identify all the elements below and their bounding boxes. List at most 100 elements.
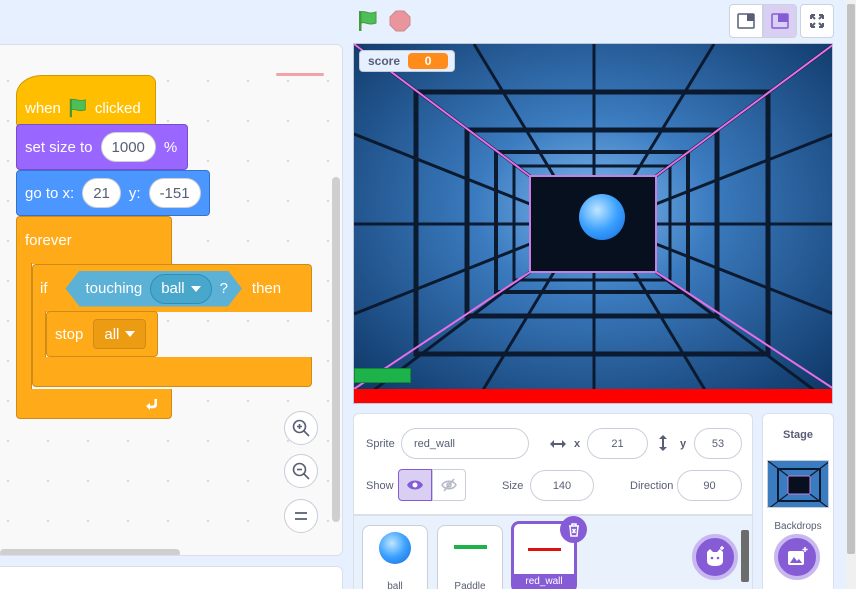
stop-option-value: all bbox=[104, 325, 120, 343]
y-label: y: bbox=[128, 184, 141, 202]
sprite-name: ball bbox=[387, 581, 403, 589]
sprite-name-input[interactable]: red_wall bbox=[401, 428, 529, 459]
go-to-xy-block[interactable]: go to x: 21 y: -151 bbox=[16, 170, 210, 216]
trash-icon bbox=[568, 522, 579, 537]
normal-stage-button[interactable] bbox=[763, 4, 797, 38]
delete-sprite-button[interactable] bbox=[560, 516, 587, 543]
direction-input[interactable]: 90 bbox=[677, 470, 742, 501]
red-wall-sprite[interactable] bbox=[354, 389, 832, 403]
zoom-in-button[interactable] bbox=[284, 411, 318, 445]
y-label: y bbox=[680, 438, 687, 450]
y-input[interactable]: -151 bbox=[148, 178, 201, 208]
horizontal-scrollbar[interactable] bbox=[0, 549, 180, 555]
stop-label: stop bbox=[55, 325, 84, 343]
sprite-tile-ball[interactable]: ball bbox=[362, 525, 428, 589]
add-backdrop-button[interactable] bbox=[774, 534, 820, 580]
page-scrollbar-thumb[interactable] bbox=[847, 4, 855, 554]
if-label: if bbox=[40, 280, 48, 297]
eye-icon bbox=[407, 480, 423, 490]
y-arrows-icon bbox=[659, 435, 667, 451]
image-add-icon bbox=[788, 547, 808, 565]
touching-block[interactable]: touching ball ? bbox=[66, 271, 242, 307]
forever-bottom[interactable] bbox=[16, 389, 172, 419]
stop-option-dropdown[interactable]: all bbox=[93, 319, 147, 349]
show-label: Show bbox=[366, 480, 394, 492]
if-bottom[interactable] bbox=[32, 357, 312, 387]
vertical-scrollbar[interactable] bbox=[332, 177, 340, 522]
sprite-name: Paddle bbox=[454, 581, 486, 589]
sprite-list: ball Paddle red_wall bbox=[353, 515, 753, 589]
zoom-reset-button[interactable] bbox=[284, 499, 318, 533]
when-flag-clicked-block[interactable]: when clicked bbox=[16, 75, 156, 127]
forever-label: forever bbox=[25, 232, 72, 249]
y-input[interactable]: 53 bbox=[694, 428, 742, 459]
show-hidden-button[interactable] bbox=[432, 469, 466, 501]
loop-arrow-icon bbox=[146, 398, 157, 410]
stop-button[interactable] bbox=[389, 10, 411, 32]
size-input[interactable]: 140 bbox=[530, 470, 594, 501]
x-label: x bbox=[574, 438, 581, 450]
backdrops-label: Backdrops bbox=[774, 521, 822, 532]
go-to-label: go to x: bbox=[25, 184, 75, 202]
page-scrollbar[interactable] bbox=[846, 0, 856, 589]
add-sprite-button[interactable] bbox=[692, 534, 738, 580]
eye-off-icon bbox=[441, 478, 457, 492]
zoom-in-icon bbox=[292, 419, 310, 437]
small-stage-button[interactable] bbox=[729, 4, 763, 38]
monitor-label: score bbox=[368, 54, 401, 68]
fullscreen-button[interactable] bbox=[800, 4, 834, 38]
touching-target-dropdown[interactable]: ball bbox=[150, 274, 211, 304]
sprite-tile-paddle[interactable]: Paddle bbox=[437, 525, 503, 589]
stage[interactable]: score 0 bbox=[353, 43, 833, 404]
code-area-lower-panel bbox=[0, 566, 343, 589]
stage-target-panel[interactable]: Stage Backdrops bbox=[762, 413, 834, 589]
green-flag-icon bbox=[359, 11, 377, 31]
score-monitor[interactable]: score 0 bbox=[359, 50, 456, 72]
direction-label: Direction bbox=[630, 480, 674, 492]
monitor-value: 0 bbox=[408, 53, 449, 69]
equals-icon bbox=[295, 512, 307, 520]
x-arrows-icon bbox=[550, 440, 566, 448]
set-size-label: set size to bbox=[25, 138, 93, 156]
green-flag-button[interactable] bbox=[356, 9, 380, 33]
stage-thumbnail bbox=[767, 460, 829, 508]
size-label: Size bbox=[502, 480, 524, 492]
cat-add-icon bbox=[707, 546, 724, 566]
paddle-thumbnail bbox=[454, 545, 487, 549]
sprite-name: red_wall bbox=[514, 574, 574, 589]
x-input[interactable]: 21 bbox=[82, 178, 121, 208]
stop-block[interactable]: stop all bbox=[46, 311, 158, 357]
small-stage-icon bbox=[737, 13, 755, 29]
stop-icon bbox=[389, 10, 411, 32]
then-label: then bbox=[251, 280, 282, 297]
question-label: ? bbox=[219, 280, 228, 297]
zoom-out-button[interactable] bbox=[284, 454, 318, 488]
decorative-line bbox=[276, 73, 324, 76]
sprite-info-panel: Sprite red_wall x 21 y 53 Show Size 140 … bbox=[353, 413, 753, 515]
ball-thumbnail bbox=[379, 532, 411, 564]
paddle-sprite[interactable] bbox=[354, 368, 411, 383]
stage-title: Stage bbox=[783, 429, 813, 441]
ball-sprite[interactable] bbox=[579, 194, 625, 240]
red-wall-thumbnail bbox=[528, 548, 561, 551]
sprite-list-scrollbar[interactable] bbox=[741, 530, 749, 582]
chevron-down-icon bbox=[125, 331, 136, 337]
show-visible-button[interactable] bbox=[398, 469, 432, 501]
clicked-label: clicked bbox=[94, 99, 141, 117]
normal-stage-icon bbox=[771, 13, 789, 29]
forever-block[interactable]: forever bbox=[16, 216, 172, 264]
flag-icon bbox=[69, 98, 86, 118]
sprite-label: Sprite bbox=[366, 438, 395, 450]
when-label: when bbox=[25, 99, 61, 117]
touching-target-value: ball bbox=[161, 280, 185, 297]
if-block[interactable]: if touching ball ? then bbox=[32, 264, 312, 312]
size-input[interactable]: 1000 bbox=[100, 132, 156, 162]
set-size-block[interactable]: set size to 1000 % bbox=[16, 124, 188, 170]
chevron-down-icon bbox=[191, 286, 201, 292]
fullscreen-icon bbox=[810, 14, 824, 28]
percent-label: % bbox=[163, 138, 178, 156]
touching-label: touching bbox=[85, 280, 143, 297]
x-input[interactable]: 21 bbox=[587, 428, 648, 459]
code-area[interactable]: when clicked set size to 1000 % go to x:… bbox=[0, 44, 343, 556]
zoom-out-icon bbox=[292, 462, 310, 480]
